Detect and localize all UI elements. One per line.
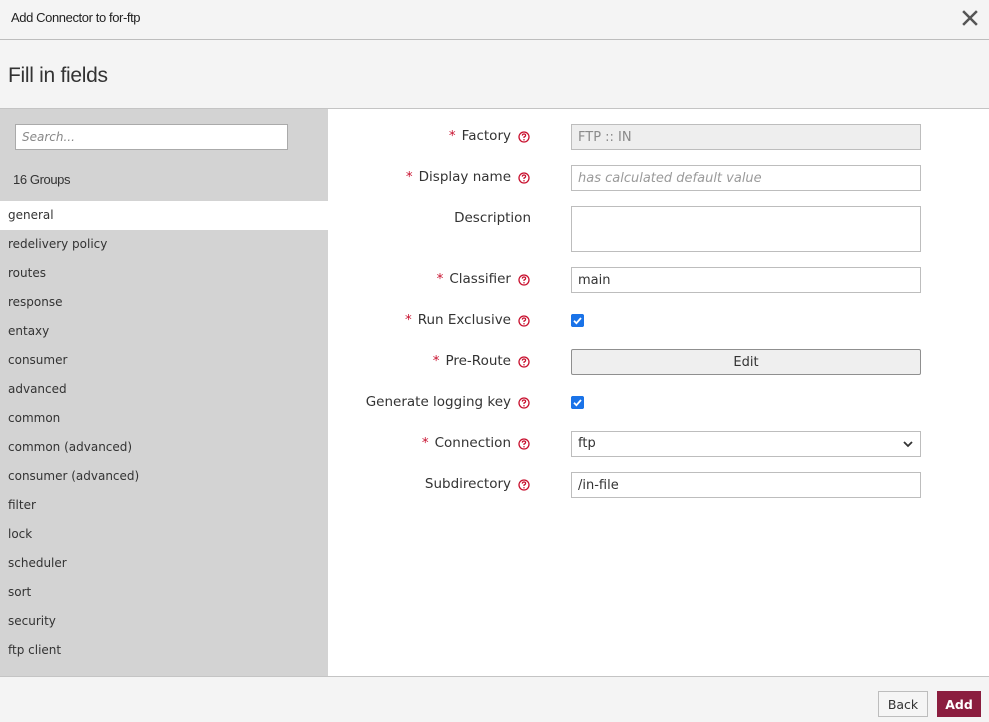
help-icon[interactable]: [518, 397, 530, 409]
help-icon[interactable]: [518, 438, 530, 450]
sidebar-item-sort[interactable]: sort: [0, 578, 328, 607]
required-marker: *: [404, 312, 412, 328]
page-header: Fill in fields: [0, 40, 989, 109]
sidebar-item-response[interactable]: response: [0, 288, 328, 317]
dialog-footer: Back Add: [0, 676, 989, 722]
generate-logging-key-row: Generate logging key: [328, 390, 989, 416]
display-name-field[interactable]: [571, 165, 921, 191]
generate-logging-key-checkbox[interactable]: [571, 396, 584, 409]
connection-label: * Connection: [421, 435, 511, 451]
close-icon[interactable]: [959, 7, 981, 29]
connection-selected-value: ftp: [578, 436, 596, 451]
help-icon[interactable]: [518, 274, 530, 286]
run-exclusive-label: * Run Exclusive: [404, 312, 511, 328]
sidebar-item-consumer[interactable]: consumer: [0, 346, 328, 375]
classifier-label: * Classifier: [436, 271, 511, 287]
description-label: Description: [454, 210, 531, 226]
sidebar-item-lock[interactable]: lock: [0, 520, 328, 549]
help-icon[interactable]: [518, 131, 530, 143]
subdirectory-row: Subdirectory: [328, 472, 989, 498]
pre-route-label: * Pre-Route: [432, 353, 511, 369]
description-field[interactable]: [571, 206, 921, 252]
sidebar-item-common-advanced[interactable]: common (advanced): [0, 433, 328, 462]
sidebar-item-ftp-client[interactable]: ftp client: [0, 636, 328, 665]
required-marker: *: [448, 128, 456, 144]
add-button[interactable]: Add: [937, 691, 981, 717]
required-marker: *: [405, 169, 413, 185]
sidebar-item-common[interactable]: common: [0, 404, 328, 433]
description-row: Description: [328, 206, 989, 252]
subdirectory-field[interactable]: [571, 472, 921, 498]
sidebar-item-entaxy[interactable]: entaxy: [0, 317, 328, 346]
dialog-title: Add Connector to for-ftp: [11, 10, 141, 25]
sidebar-item-security[interactable]: security: [0, 607, 328, 636]
sidebar-item-routes[interactable]: routes: [0, 259, 328, 288]
page-title: Fill in fields: [8, 64, 108, 87]
back-button[interactable]: Back: [878, 691, 928, 717]
required-marker: *: [421, 435, 429, 451]
factory-row: * Factory: [328, 124, 989, 150]
pre-route-edit-button[interactable]: Edit: [571, 349, 921, 375]
help-icon[interactable]: [518, 172, 530, 184]
sidebar-item-redelivery-policy[interactable]: redelivery policy: [0, 230, 328, 259]
factory-label: * Factory: [448, 128, 511, 144]
groups-sidebar: 16 Groups general redelivery policy rout…: [0, 109, 328, 676]
sidebar-item-filter[interactable]: filter: [0, 491, 328, 520]
run-exclusive-row: * Run Exclusive: [328, 308, 989, 334]
chevron-down-icon: [903, 441, 913, 448]
sidebar-item-general[interactable]: general: [0, 201, 328, 230]
help-icon[interactable]: [518, 315, 530, 327]
form-panel: *Factory *Display name Description *Clas…: [328, 109, 989, 676]
generate-logging-key-label: Generate logging key: [365, 394, 511, 410]
connection-select[interactable]: ftp: [571, 431, 921, 457]
sidebar-item-consumer-advanced[interactable]: consumer (advanced): [0, 462, 328, 491]
run-exclusive-checkbox[interactable]: [571, 314, 584, 327]
group-list: general redelivery policy routes respons…: [0, 201, 328, 665]
help-icon[interactable]: [518, 479, 530, 491]
help-icon[interactable]: [518, 356, 530, 368]
groups-count: 16 Groups: [13, 172, 71, 187]
required-marker: *: [432, 353, 440, 369]
display-name-row: * Display name: [328, 165, 989, 191]
subdirectory-label: Subdirectory: [424, 476, 511, 492]
search-input[interactable]: [15, 124, 288, 150]
factory-field[interactable]: [571, 124, 921, 150]
sidebar-item-scheduler[interactable]: scheduler: [0, 549, 328, 578]
classifier-row: * Classifier: [328, 267, 989, 293]
dialog-header: Add Connector to for-ftp: [0, 0, 989, 40]
sidebar-item-advanced[interactable]: advanced: [0, 375, 328, 404]
display-name-label: * Display name: [405, 169, 511, 185]
connection-row: * Connection ftp: [328, 431, 989, 457]
pre-route-row: * Pre-Route Edit: [328, 349, 989, 375]
required-marker: *: [436, 271, 444, 287]
classifier-field[interactable]: [571, 267, 921, 293]
